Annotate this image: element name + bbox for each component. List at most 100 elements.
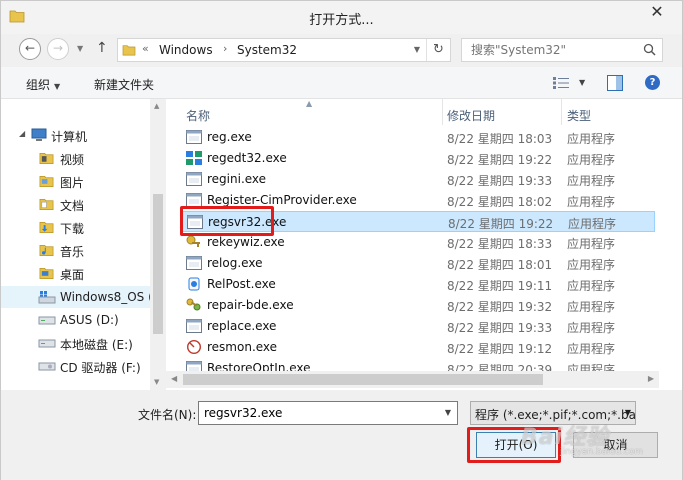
address-history-chevron-icon[interactable]: ▼ — [414, 45, 420, 54]
sidebar-item-label: 本地磁盘 (E:) — [60, 338, 133, 352]
filename-combobox[interactable]: ▼ — [198, 401, 458, 425]
scroll-left-arrow-icon[interactable]: ◀ — [171, 374, 177, 383]
cd-drive-icon — [38, 362, 56, 371]
computer-icon — [31, 128, 47, 141]
refresh-button[interactable]: ↻ — [426, 39, 450, 61]
address-bar[interactable]: « Windows › System32 ▼ ↻ — [117, 38, 451, 62]
file-row[interactable]: regedt32.exe 8/22 星期四 19:22 应用程序 — [180, 148, 655, 169]
sidebar-item-pictures[interactable]: 图片 — [1, 170, 150, 192]
window-title: 打开方式... — [309, 13, 374, 28]
app-window-icon — [186, 319, 202, 333]
file-name: reg.exe — [207, 130, 252, 144]
drive-icon — [38, 316, 56, 325]
help-icon[interactable]: ? — [645, 75, 660, 90]
sidebar-item-desktop[interactable]: 桌面 — [1, 262, 150, 284]
file-row[interactable]: regini.exe 8/22 星期四 19:33 应用程序 — [180, 169, 655, 190]
scroll-up-arrow-icon[interactable]: ▲ — [154, 102, 159, 110]
close-button[interactable]: ✕ — [638, 1, 676, 23]
app-window-icon — [186, 172, 202, 186]
file-row[interactable]: resmon.exe 8/22 星期四 19:12 应用程序 — [180, 337, 655, 358]
sidebar-item-downloads[interactable]: 下载 — [1, 216, 150, 238]
filename-history-chevron-icon[interactable]: ▼ — [445, 408, 451, 417]
filename-input[interactable] — [199, 402, 435, 424]
file-modified-date: 8/22 星期四 18:03 — [447, 132, 553, 146]
breadcrumb-system32[interactable]: System32 — [237, 43, 297, 57]
file-list: ▲ 名称 修改日期 类型 reg.exe 8/22 星期四 18:03 应用程序 re… — [166, 99, 659, 390]
system-drive-icon — [38, 291, 56, 304]
file-name: replace.exe — [207, 319, 277, 333]
drive-icon — [38, 339, 56, 348]
column-header-date[interactable]: 修改日期 — [447, 107, 495, 124]
up-button[interactable]: ↑ — [96, 40, 108, 56]
search-icon[interactable] — [643, 43, 656, 56]
navigation-pane: ◢ 计算机 视频 图片 文档 下载 音乐 桌面 Windows8_OS (AS… — [1, 99, 166, 390]
file-type: 应用程序 — [567, 132, 616, 146]
file-row[interactable]: repair-bde.exe 8/22 星期四 19:32 应用程序 — [180, 295, 655, 316]
sidebar-item-label: 图片 — [60, 176, 85, 190]
navigation-bar: ← → ▼ ↑ « Windows › System32 ▼ ↻ — [1, 34, 682, 64]
scroll-down-arrow-icon[interactable]: ▼ — [154, 378, 159, 386]
sidebar-item-windows8-os[interactable]: Windows8_OS ( — [1, 286, 153, 308]
file-type: 应用程序 — [567, 237, 616, 251]
file-modified-date: 8/22 星期四 18:02 — [447, 195, 553, 209]
folder-icon — [122, 45, 136, 56]
pictures-folder-icon — [39, 175, 54, 187]
column-header-type[interactable]: 类型 — [567, 107, 591, 124]
new-folder-button[interactable]: 新建文件夹 — [94, 76, 154, 93]
title-bar: 打开方式... ✕ — [1, 1, 682, 34]
relpost-icon — [186, 277, 202, 291]
file-modified-date: 8/22 星期四 18:33 — [447, 237, 553, 251]
sidebar-item-label: 视频 — [60, 153, 85, 167]
file-type: 应用程序 — [567, 279, 616, 293]
chevron-down-icon: ▼ — [624, 408, 631, 417]
back-button[interactable]: ← — [19, 38, 41, 60]
documents-folder-icon — [39, 198, 54, 210]
file-type: 应用程序 — [567, 321, 616, 335]
view-menu-chevron-icon[interactable]: ▼ — [579, 78, 585, 87]
view-options-icon[interactable] — [553, 77, 569, 89]
file-type: 应用程序 — [567, 153, 616, 167]
expand-chevron-icon[interactable]: ◢ — [19, 129, 25, 138]
column-header-row: ▲ 名称 修改日期 类型 — [166, 99, 659, 125]
sidebar-item-music[interactable]: 音乐 — [1, 239, 150, 261]
search-input[interactable] — [462, 39, 638, 61]
column-header-name[interactable]: 名称 — [186, 107, 210, 124]
sidebar-item-label: 音乐 — [60, 245, 85, 259]
recent-locations-chevron-icon[interactable]: ▼ — [77, 44, 83, 53]
navigation-pane-scrollbar[interactable]: ▲ ▼ — [150, 99, 166, 390]
file-row[interactable]: replace.exe 8/22 星期四 19:33 应用程序 — [180, 316, 655, 337]
file-row[interactable]: RelPost.exe 8/22 星期四 19:11 应用程序 — [180, 274, 655, 295]
file-type: 应用程序 — [567, 195, 616, 209]
sidebar-item-computer[interactable]: ◢ 计算机 — [1, 124, 150, 146]
breadcrumb-separator[interactable]: › — [223, 42, 227, 55]
command-bar: 组织 ▼ 新建文件夹 ▼ ? — [1, 67, 682, 99]
sidebar-item-cd-drive-f[interactable]: CD 驱动器 (F:) — [1, 355, 150, 377]
scroll-right-arrow-icon[interactable]: ▶ — [648, 374, 654, 383]
search-box[interactable] — [461, 38, 663, 62]
organize-menu[interactable]: 组织 ▼ — [26, 76, 60, 93]
file-row[interactable]: relog.exe 8/22 星期四 18:01 应用程序 — [180, 253, 655, 274]
column-divider[interactable] — [442, 99, 443, 125]
preview-pane-icon[interactable] — [607, 75, 623, 91]
browser-area: ◢ 计算机 视频 图片 文档 下载 音乐 桌面 Windows8_OS (AS… — [1, 99, 682, 390]
music-folder-icon — [39, 244, 54, 256]
baidu-watermark-url: jingyan.baidu.com — [560, 447, 644, 457]
selected-file-highlight-box — [180, 206, 274, 236]
sidebar-item-local-disk-e[interactable]: 本地磁盘 (E:) — [1, 332, 150, 354]
sidebar-item-videos[interactable]: 视频 — [1, 147, 150, 169]
file-row[interactable]: reg.exe 8/22 星期四 18:03 应用程序 — [180, 127, 655, 148]
videos-folder-icon — [39, 152, 54, 164]
file-modified-date: 8/22 星期四 18:01 — [447, 258, 553, 272]
forward-button[interactable]: → — [47, 38, 69, 60]
file-name: resmon.exe — [207, 340, 278, 354]
sidebar-item-asus-d[interactable]: ASUS (D:) — [1, 309, 150, 331]
sidebar-item-documents[interactable]: 文档 — [1, 193, 150, 215]
file-list-horizontal-scrollbar[interactable]: ◀ ▶ — [166, 371, 659, 388]
breadcrumb-windows[interactable]: Windows — [159, 43, 213, 57]
breadcrumb-overflow[interactable]: « — [142, 42, 149, 55]
column-divider[interactable] — [561, 99, 562, 125]
file-type: 应用程序 — [567, 300, 616, 314]
scrollbar-thumb[interactable] — [153, 194, 163, 334]
organize-label: 组织 — [26, 78, 51, 92]
scrollbar-thumb[interactable] — [183, 374, 543, 385]
